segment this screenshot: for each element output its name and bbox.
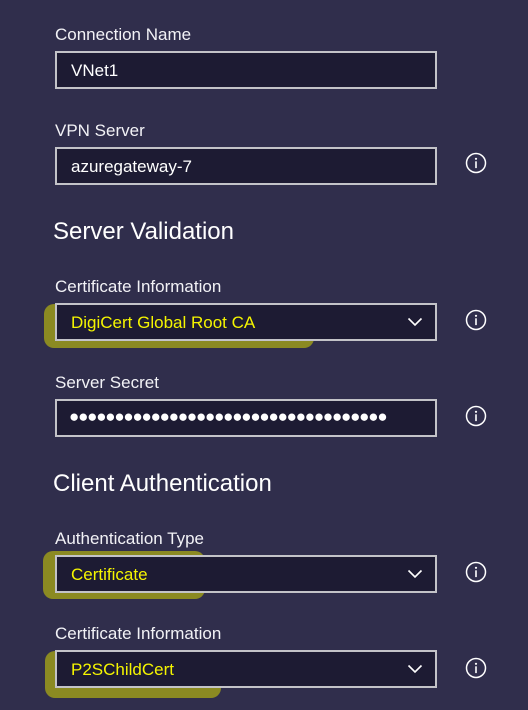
vpn-server-input[interactable]: azuregateway-7 — [55, 147, 437, 185]
client-cert-info-label: Certificate Information — [55, 624, 222, 643]
server-secret-input[interactable]: ●●●●●●●●●●●●●●●●●●●●●●●●●●●●●●●●●●● — [55, 399, 437, 437]
chevron-down-icon — [407, 664, 423, 674]
client-authentication-heading: Client Authentication — [53, 470, 272, 497]
server-secret-label: Server Secret — [55, 373, 159, 392]
chevron-down-icon — [407, 569, 423, 579]
server-validation-heading: Server Validation — [53, 218, 234, 245]
server-cert-info-dropdown[interactable]: DigiCert Global Root CA — [55, 303, 437, 341]
client-cert-info-icon[interactable] — [465, 657, 487, 679]
server-cert-info-label: Certificate Information — [55, 277, 222, 296]
auth-type-label: Authentication Type — [55, 529, 205, 548]
auth-type-dropdown[interactable]: Certificate — [55, 555, 437, 593]
connection-name-input[interactable]: VNet1 — [55, 51, 437, 89]
vpn-server-label: VPN Server — [55, 121, 145, 140]
server-cert-info-value: DigiCert Global Root CA — [71, 313, 256, 332]
connection-name-label: Connection Name — [55, 25, 192, 44]
chevron-down-icon — [407, 317, 423, 327]
server-secret-value: ●●●●●●●●●●●●●●●●●●●●●●●●●●●●●●●●●●● — [69, 407, 388, 426]
vpn-server-info-icon[interactable] — [465, 152, 487, 174]
server-cert-info-icon[interactable] — [465, 309, 487, 331]
client-cert-info-dropdown[interactable]: P2SChildCert — [55, 650, 437, 688]
client-cert-info-value: P2SChildCert — [71, 660, 174, 679]
auth-type-info-icon[interactable] — [465, 561, 487, 583]
server-secret-info-icon[interactable] — [465, 405, 487, 427]
connection-name-value: VNet1 — [71, 61, 119, 80]
vpn-server-value: azuregateway-7 — [71, 157, 192, 176]
auth-type-value: Certificate — [71, 565, 148, 584]
